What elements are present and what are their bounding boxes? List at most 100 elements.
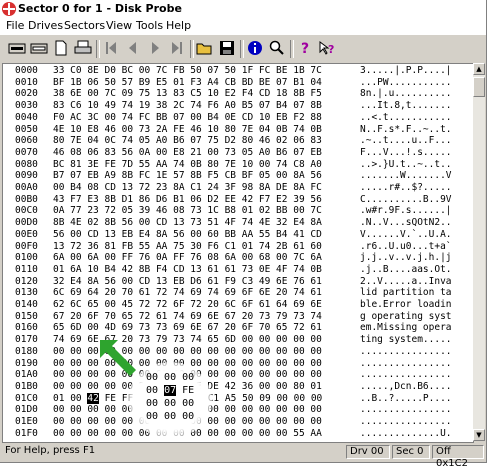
selected-byte[interactable]: 42 — [87, 392, 99, 404]
hex-bytes[interactable]: 8B 4E 02 8B 56 00 CD 13 73 51 4F 74 4E 3… — [53, 217, 322, 229]
hex-ascii[interactable]: F...V...!.s..... — [360, 147, 452, 159]
hex-ascii[interactable]: .......W.......V — [360, 170, 452, 182]
hex-bytes[interactable]: 65 6D 00 4D 69 73 73 69 6E 67 20 6F 70 6… — [53, 322, 322, 334]
hex-ascii[interactable]: ................ — [360, 358, 452, 370]
hex-byte[interactable]: 00 — [276, 393, 287, 404]
hex-byte[interactable]: 09 — [259, 393, 270, 404]
hex-ascii[interactable]: .~..t....u..F... — [360, 135, 452, 147]
hex-byte[interactable]: 01 — [53, 393, 64, 404]
hex-bytes[interactable]: 46 08 06 83 56 0A 00 E8 21 00 73 05 A0 B… — [53, 147, 322, 159]
hex-offset: 00B0 — [15, 193, 38, 205]
help-icon[interactable]: ? — [294, 38, 316, 58]
hex-bytes[interactable]: 00 00 00 00 00 00 00 00 00 00 00 00 00 0… — [53, 346, 322, 358]
hex-bytes[interactable]: BF 1B 06 50 57 B9 E5 01 F3 A4 CB BD BE 0… — [53, 77, 322, 89]
hex-ascii[interactable]: 8n.|.u.......... — [360, 88, 452, 100]
hex-ascii[interactable]: .N..V...sQOtN2.. — [360, 217, 452, 229]
hex-ascii[interactable]: ..<.t........... — [360, 112, 452, 124]
scroll-thumb[interactable] — [473, 77, 485, 97]
previous-icon[interactable] — [122, 38, 144, 58]
menu-sectors[interactable]: Sectors — [64, 19, 105, 32]
hex-ascii[interactable]: ..>.}U.t..~..t.. — [360, 159, 452, 171]
hex-bytes[interactable]: 62 6C 65 00 45 72 72 6F 72 20 6C 6F 61 6… — [53, 299, 322, 311]
find-icon[interactable] — [266, 38, 288, 58]
hex-ascii[interactable]: ...PW........... — [360, 77, 452, 89]
save-icon[interactable] — [216, 38, 238, 58]
hex-ascii[interactable]: 3.....|.P.P....| — [360, 65, 452, 77]
hex-offset: 0000 — [15, 65, 38, 76]
hex-ascii[interactable]: ................ — [360, 346, 452, 358]
context-help-icon[interactable]: ? — [316, 38, 338, 58]
write-icon[interactable] — [28, 38, 50, 58]
hex-ascii[interactable]: .....r#..$?..... — [360, 182, 452, 194]
hex-ascii[interactable]: 2..V.....a..Inva — [360, 276, 452, 288]
hex-byte[interactable]: 50 — [242, 393, 253, 404]
read-icon[interactable] — [6, 38, 28, 58]
hex-ascii[interactable]: ...It.8,t....... — [360, 100, 452, 112]
menu-help[interactable]: Help — [166, 19, 191, 32]
hex-ascii[interactable]: ................ — [360, 369, 452, 381]
print-icon[interactable] — [72, 38, 94, 58]
hex-bytes[interactable]: B7 07 EB A9 8B FC 1E 57 8B F5 CB BF 05 0… — [53, 170, 322, 182]
hex-byte[interactable]: 00 — [294, 393, 305, 404]
hex-ascii[interactable]: em.Missing opera — [360, 322, 452, 334]
hex-ascii[interactable]: .w#r.9F.s......| — [360, 205, 452, 217]
menu-view[interactable]: View — [106, 19, 132, 32]
hex-ascii[interactable]: .r6..U.u0...t+a` — [360, 241, 452, 253]
hex-bytes[interactable]: 13 72 36 81 FB 55 AA 75 30 F6 C1 01 74 2… — [53, 241, 322, 253]
hex-view[interactable]: 0000 33 C0 8E D0 BC 00 7C FB 50 07 50 1F … — [2, 63, 474, 443]
hex-ascii[interactable]: g operating syst — [360, 311, 452, 323]
first-icon[interactable] — [100, 38, 122, 58]
hex-bytes[interactable]: 4E 10 E8 46 00 73 2A FE 46 10 80 7E 04 0… — [53, 124, 322, 136]
scroll-down-button[interactable]: ▼ — [473, 429, 485, 441]
hex-ascii[interactable]: ble.Error loadin — [360, 299, 452, 311]
hex-ascii[interactable]: ting system..... — [360, 334, 452, 346]
hex-byte[interactable]: A5 — [225, 393, 236, 404]
hex-bytes[interactable]: 80 7E 04 0C 74 05 A0 B6 07 75 D2 80 46 0… — [53, 135, 322, 147]
hex-ascii[interactable]: C..........B..9V — [360, 194, 452, 206]
hex-byte[interactable]: 00 — [70, 393, 81, 404]
hex-bytes[interactable]: 43 F7 E3 8B D1 86 D6 B1 06 D2 EE 42 F7 E… — [53, 194, 322, 206]
hex-bytes[interactable]: 6A 00 6A 00 FF 76 0A FF 76 08 6A 00 68 0… — [53, 252, 322, 264]
hex-ascii[interactable]: ................ — [360, 404, 452, 416]
hex-ascii[interactable]: N..F.s*.F..~..t. — [360, 124, 452, 136]
hex-bytes[interactable]: 0A 77 23 72 05 39 46 08 73 1C B8 01 02 B… — [53, 205, 322, 217]
hex-bytes[interactable]: 32 E4 8A 56 00 CD 13 EB D6 61 F9 C3 49 6… — [53, 276, 322, 288]
info-icon[interactable] — [244, 38, 266, 58]
hex-byte[interactable]: FE — [105, 393, 116, 404]
hex-ascii[interactable]: ..............U. — [360, 428, 452, 440]
hex-bytes[interactable]: 6C 69 64 20 70 61 72 74 69 74 69 6F 6E 2… — [53, 287, 322, 299]
hex-ascii[interactable]: .....,Dcn.B6.... — [360, 381, 452, 393]
open-icon[interactable] — [194, 38, 216, 58]
magnified-byte: 00 — [146, 385, 159, 396]
next-icon[interactable] — [144, 38, 166, 58]
menu-drives[interactable]: Drives — [28, 19, 63, 32]
hex-offset: 0100 — [15, 252, 38, 264]
last-icon[interactable] — [166, 38, 188, 58]
hex-offset: 0040 — [15, 111, 38, 123]
hex-bytes[interactable]: 01 6A 10 B4 42 8B F4 CD 13 61 61 73 0E 4… — [53, 264, 322, 276]
hex-bytes[interactable]: 38 6E 00 7C 09 75 13 83 C5 10 E2 F4 CD 1… — [53, 88, 322, 100]
hex-byte[interactable]: 00 — [311, 393, 322, 404]
menu-file[interactable]: File — [6, 19, 24, 32]
hex-bytes[interactable]: 83 C6 10 49 74 19 38 2C 74 F6 A0 B5 07 B… — [53, 100, 322, 112]
scroll-up-button[interactable]: ▲ — [473, 63, 485, 75]
hex-ascii[interactable]: lid partition ta — [360, 287, 452, 299]
hex-ascii[interactable]: V......V.`..U.A. — [360, 229, 452, 241]
hex-offset: 0020 — [15, 88, 38, 100]
hex-bytes[interactable]: F0 AC 3C 00 74 FC BB 07 00 B4 0E CD 10 E… — [53, 112, 322, 124]
hex-ascii[interactable]: ..B..?.....P.... — [360, 393, 452, 405]
menu-tools[interactable]: Tools — [136, 19, 163, 32]
hex-ascii[interactable]: .j..B....aas.Ot. — [360, 264, 452, 276]
hex-ascii[interactable]: j.j..v..v.j.h.|j — [360, 252, 452, 264]
hex-bytes[interactable]: 74 69 6E 67 20 73 79 73 74 65 6D 00 00 0… — [53, 334, 322, 346]
hex-bytes[interactable]: BC 81 3E FE 7D 55 AA 74 0B 80 7E 10 00 7… — [53, 159, 322, 171]
status-help-text: For Help, press F1 — [5, 445, 96, 456]
status-drive: Drv 00 — [346, 445, 390, 459]
hex-bytes[interactable]: 00 B4 08 CD 13 72 23 8A C1 24 3F 98 8A D… — [53, 182, 322, 194]
hex-ascii[interactable]: ................ — [360, 416, 452, 428]
new-icon[interactable] — [50, 38, 72, 58]
hex-bytes[interactable]: 56 00 CD 13 EB E4 8A 56 00 60 BB AA 55 B… — [53, 229, 322, 241]
hex-bytes[interactable]: 33 C0 8E D0 BC 00 7C FB 50 07 50 1F FC B… — [53, 65, 322, 77]
vertical-scrollbar[interactable]: ▲ ▼ — [473, 63, 485, 441]
hex-bytes[interactable]: 67 20 6F 70 65 72 61 74 69 6E 67 20 73 7… — [53, 311, 322, 323]
